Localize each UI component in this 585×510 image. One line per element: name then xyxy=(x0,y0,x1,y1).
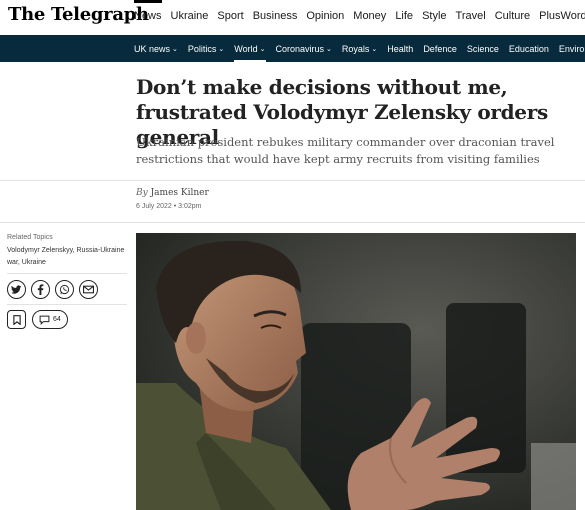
divider xyxy=(7,273,127,274)
divider xyxy=(0,180,585,181)
comment-icon xyxy=(39,315,50,325)
chevron-down-icon: ⌄ xyxy=(259,45,266,53)
comment-count: 64 xyxy=(53,316,61,323)
section-item-label: Coronavirus xyxy=(275,43,325,54)
whatsapp-icon[interactable] xyxy=(55,280,74,299)
article-actions: 64 xyxy=(7,310,68,329)
nav-item-business[interactable]: Business xyxy=(253,0,298,34)
chevron-down-icon: ⌄ xyxy=(371,45,378,53)
chevron-down-icon: ⌄ xyxy=(218,45,225,53)
article-lead-image xyxy=(136,233,576,510)
section-item-environment[interactable]: Environment xyxy=(559,35,585,62)
section-item-education[interactable]: Education xyxy=(509,35,549,62)
chevron-down-icon: ⌄ xyxy=(172,45,178,53)
publish-date: 6 July 2022 • 3:02pm xyxy=(136,203,202,210)
article-standfirst: Ukrainian president rebukes military com… xyxy=(136,135,555,166)
nav-item-ukraine[interactable]: Ukraine xyxy=(171,0,209,34)
bookmark-button[interactable] xyxy=(7,310,26,329)
section-item-label: Royals xyxy=(341,43,370,54)
twitter-icon[interactable] xyxy=(7,280,26,299)
nav-item-culture[interactable]: Culture xyxy=(495,0,530,34)
nav-item-news[interactable]: News xyxy=(134,0,162,34)
related-topics-links[interactable]: Volodymyr Zelenskyy, Russia-Ukraine war,… xyxy=(7,245,127,269)
byline-prefix: By xyxy=(136,188,148,198)
section-item-world[interactable]: World ⌄ xyxy=(234,35,266,62)
bookmark-icon xyxy=(12,314,21,325)
nav-item-travel[interactable]: Travel xyxy=(456,0,486,34)
email-icon[interactable] xyxy=(79,280,98,299)
chevron-down-icon: ⌄ xyxy=(326,45,332,53)
section-item-politics[interactable]: Politics ⌄ xyxy=(188,35,224,62)
section-item-label: Politics xyxy=(187,43,217,54)
share-bar xyxy=(7,280,98,299)
top-bar: The Telegraph News Ukraine Sport Busines… xyxy=(0,0,585,34)
facebook-icon[interactable] xyxy=(31,280,50,299)
section-nav: UK news ⌄ Politics ⌄ World ⌄ Coronavirus ⌄ R… xyxy=(0,35,585,62)
nav-item-plusword[interactable]: PlusWord xyxy=(539,0,585,34)
related-topics-label: Related Topics xyxy=(7,234,53,241)
nav-item-opinion[interactable]: Opinion xyxy=(306,0,344,34)
section-item-health[interactable]: Health xyxy=(387,35,413,62)
nav-item-money[interactable]: Money xyxy=(353,0,386,34)
section-item-coronavirus[interactable]: Coronavirus ⌄ xyxy=(276,35,332,62)
main-nav: News Ukraine Sport Business Opinion Mone… xyxy=(134,0,585,34)
section-item-label: World xyxy=(234,43,258,54)
section-item-royals[interactable]: Royals ⌄ xyxy=(342,35,377,62)
divider xyxy=(0,222,585,223)
section-item-defence[interactable]: Defence xyxy=(423,35,457,62)
telegraph-logo[interactable]: The Telegraph xyxy=(8,4,149,25)
nav-item-style[interactable]: Style xyxy=(422,0,446,34)
nav-item-life[interactable]: Life xyxy=(395,0,413,34)
section-item-uk-news[interactable]: UK news ⌄ xyxy=(134,35,178,62)
nav-item-sport[interactable]: Sport xyxy=(217,0,243,34)
author-link[interactable]: James Kilner xyxy=(151,188,209,198)
section-item-label: UK news xyxy=(134,43,171,54)
section-item-science[interactable]: Science xyxy=(467,35,499,62)
byline: By James Kilner xyxy=(136,188,209,198)
divider xyxy=(7,304,127,305)
comments-button[interactable]: 64 xyxy=(32,310,68,329)
